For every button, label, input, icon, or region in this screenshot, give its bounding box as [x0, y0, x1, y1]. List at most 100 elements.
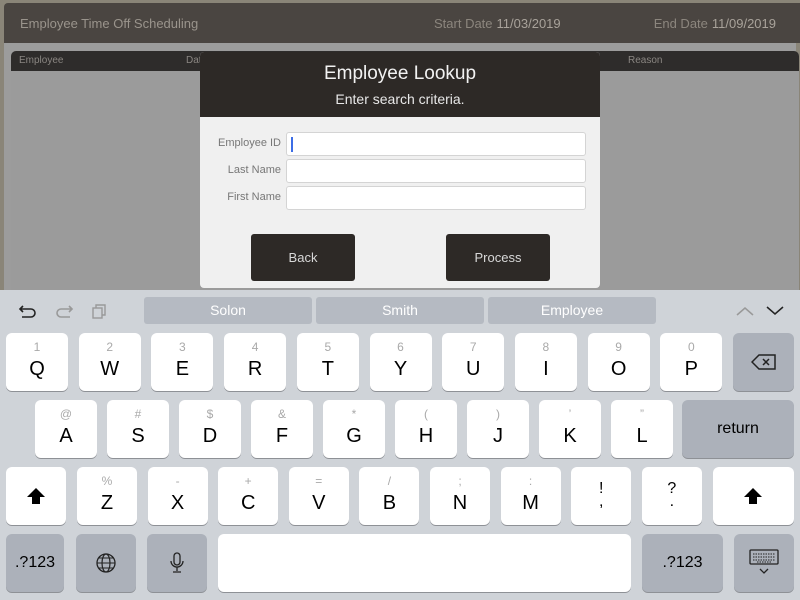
return-key[interactable]: return: [682, 400, 794, 458]
key-secondary-char: %: [101, 474, 113, 488]
dictation-key[interactable]: [147, 534, 207, 592]
process-button[interactable]: Process: [446, 234, 550, 281]
key-secondary-char: 0: [687, 340, 695, 354]
key-primary-char: K: [563, 425, 577, 447]
key-secondary-char: $: [206, 407, 214, 421]
key-secondary-char: 8: [542, 340, 550, 354]
column-header-reason[interactable]: Reason: [628, 55, 662, 66]
key-comma[interactable]: !,: [571, 467, 632, 525]
key-primary-char: R: [247, 358, 263, 380]
column-header-employee[interactable]: Employee: [19, 55, 63, 66]
onscreen-keyboard: Solon Smith Employee 1Q2W3E4R5T6Y7U8I9O0…: [0, 290, 800, 600]
key-primary-char: L: [636, 425, 648, 447]
key-k[interactable]: ’ K: [539, 400, 601, 458]
numbers-key-label: .?123: [662, 554, 703, 571]
key-n[interactable]: ; N: [430, 467, 490, 525]
key-p[interactable]: 0P: [660, 333, 723, 391]
paste-icon[interactable]: [90, 302, 110, 320]
first-name-label: First Name: [227, 191, 281, 203]
key-v[interactable]: = V: [288, 467, 349, 525]
employee-id-input[interactable]: [286, 132, 586, 156]
key-x[interactable]: -X: [147, 467, 208, 525]
key-a[interactable]: @ A: [35, 400, 97, 458]
key-secondary-char: (: [424, 407, 428, 421]
key-o[interactable]: 9O: [587, 333, 650, 391]
key-primary-char: M: [522, 492, 539, 514]
key-secondary-char: /: [387, 474, 392, 488]
key-m[interactable]: :M: [500, 467, 561, 525]
back-button[interactable]: Back: [251, 234, 355, 281]
suggestion-1[interactable]: Solon: [144, 297, 312, 324]
microphone-icon: [170, 552, 184, 573]
suggestion-2[interactable]: Smith: [316, 297, 484, 324]
shift-left-key[interactable]: [6, 467, 66, 525]
key-c[interactable]: + C: [218, 467, 279, 525]
key-primary-char: B: [382, 492, 397, 514]
end-date-value: 11/09/2019: [711, 16, 776, 31]
last-name-input[interactable]: [286, 159, 586, 183]
key-secondary-char: 5: [324, 340, 332, 354]
key-g[interactable]: * G: [323, 400, 385, 458]
chevron-up-icon[interactable]: [735, 304, 755, 322]
key-primary-char: ,: [598, 493, 604, 510]
key-primary-char: I: [543, 358, 549, 380]
key-secondary-char: 9: [615, 340, 622, 354]
key-w[interactable]: 2W: [78, 333, 141, 391]
key-h[interactable]: (H: [395, 400, 457, 458]
key-primary-char: D: [202, 425, 218, 447]
key-secondary-char: @: [59, 407, 73, 421]
key-secondary-char: #: [134, 407, 142, 421]
start-date-value: 11/03/2019: [496, 16, 561, 31]
key-q[interactable]: 1Q: [6, 333, 68, 391]
key-f[interactable]: & F: [251, 400, 313, 458]
key-primary-char: C: [240, 492, 256, 514]
first-name-input[interactable]: [286, 186, 586, 210]
hide-keyboard-key[interactable]: [734, 534, 794, 592]
key-secondary-char: ”: [640, 407, 644, 421]
key-d[interactable]: $ D: [179, 400, 241, 458]
title-bar: Employee Time Off Scheduling Start Date 1…: [4, 3, 800, 43]
key-i[interactable]: 8I: [514, 333, 577, 391]
key-l[interactable]: ” L: [611, 400, 673, 458]
numbers-key-left[interactable]: .?123: [6, 534, 64, 592]
globe-key[interactable]: [76, 534, 136, 592]
backspace-key[interactable]: [733, 333, 794, 391]
employee-id-row: Employee ID: [200, 132, 600, 156]
key-j[interactable]: ) J: [467, 400, 529, 458]
key-primary-char: J: [493, 425, 503, 447]
key-s[interactable]: # S: [107, 400, 169, 458]
key-b[interactable]: / B: [359, 467, 420, 525]
first-name-row: First Name: [200, 186, 600, 210]
dialog-header: Employee Lookup Enter search criteria.: [200, 52, 600, 117]
globe-icon: [96, 553, 116, 573]
key-t[interactable]: 5T: [296, 333, 359, 391]
key-u[interactable]: 7U: [442, 333, 505, 391]
shift-right-key[interactable]: [713, 467, 794, 525]
key-primary-char: S: [131, 425, 145, 447]
key-secondary-char: ’: [568, 407, 572, 421]
key-primary-char: A: [59, 425, 73, 447]
undo-icon[interactable]: [18, 302, 38, 320]
numbers-key-right[interactable]: .?123: [642, 534, 723, 592]
key-secondary-char: &: [277, 407, 286, 421]
employee-lookup-dialog: Employee Lookup Enter search criteria. E…: [200, 52, 600, 288]
key-primary-char: W: [100, 358, 120, 380]
key-r[interactable]: 4R: [224, 333, 287, 391]
key-y[interactable]: 6Y: [369, 333, 432, 391]
key-z[interactable]: % Z: [77, 467, 137, 525]
key-primary-char: H: [418, 425, 434, 447]
key-secondary-char: 1: [33, 340, 41, 354]
key-primary-char: .: [669, 493, 675, 510]
redo-icon[interactable]: [54, 302, 74, 320]
key-primary-char: Q: [29, 358, 45, 380]
space-bar[interactable]: [218, 534, 631, 592]
key-secondary-char: -: [175, 474, 180, 488]
key-primary-char: P: [684, 358, 698, 380]
key-primary-char: G: [346, 425, 362, 447]
chevron-down-icon[interactable]: [765, 304, 785, 322]
text-caret: [291, 137, 293, 152]
key-period[interactable]: ?.: [641, 467, 702, 525]
key-e[interactable]: 3E: [151, 333, 214, 391]
end-date-label: End Date: [653, 16, 708, 31]
suggestion-3[interactable]: Employee: [488, 297, 656, 324]
